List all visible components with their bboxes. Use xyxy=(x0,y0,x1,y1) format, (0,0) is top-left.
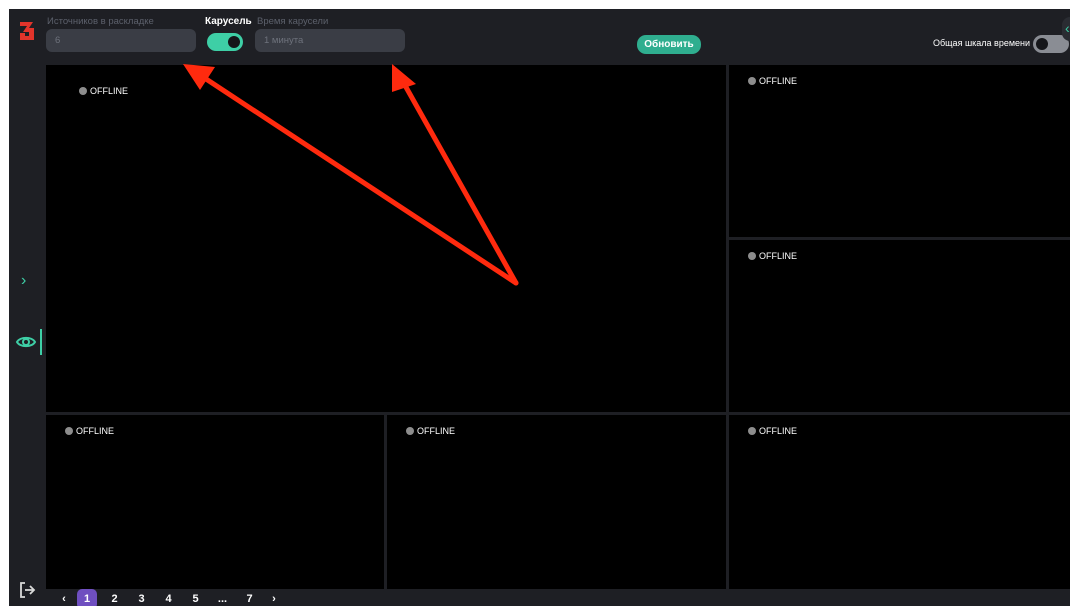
page-button-2[interactable]: 2 xyxy=(101,593,128,605)
status-text: OFFLINE xyxy=(759,76,798,86)
logo-icon xyxy=(20,22,34,40)
active-nav-indicator xyxy=(40,329,42,355)
carousel-time-input[interactable]: 1 минута xyxy=(255,29,405,52)
next-page-button[interactable]: › xyxy=(263,593,285,605)
toggle-knob xyxy=(228,36,240,48)
offline-dot-icon xyxy=(79,87,87,95)
video-tile[interactable]: OFFLINE xyxy=(46,415,384,589)
status-badge: OFFLINE xyxy=(748,251,797,261)
status-badge: OFFLINE xyxy=(406,426,455,436)
sidebar: › xyxy=(9,9,46,606)
pagination: ‹ 1 2 3 4 5 ... 7 › xyxy=(53,589,285,606)
page-button-4[interactable]: 4 xyxy=(155,593,182,605)
video-tile[interactable]: OFFLINE xyxy=(729,65,1070,237)
app-window: › Источников в раскладке 6 Карусель Врем… xyxy=(9,9,1070,606)
video-tile[interactable]: OFFLINE xyxy=(387,415,726,589)
offline-dot-icon xyxy=(406,427,414,435)
page-button-3[interactable]: 3 xyxy=(128,593,155,605)
chevron-right-icon[interactable]: › xyxy=(21,273,26,289)
page-button-1[interactable]: 1 xyxy=(77,589,97,606)
prev-page-button[interactable]: ‹ xyxy=(53,593,75,605)
carousel-toggle[interactable] xyxy=(207,33,243,51)
status-badge: OFFLINE xyxy=(65,426,114,436)
page-ellipsis: ... xyxy=(217,593,228,605)
offline-dot-icon xyxy=(748,77,756,85)
carousel-label: Карусель xyxy=(205,16,252,27)
offline-dot-icon xyxy=(65,427,73,435)
update-button[interactable]: Обновить xyxy=(637,35,701,54)
timeline-label: Общая шкала времени xyxy=(933,38,1031,48)
video-grid: OFFLINE OFFLINE OFFLINE OFFLINE OFFLINE … xyxy=(46,65,1070,589)
video-tile[interactable]: OFFLINE xyxy=(729,240,1070,412)
sources-input[interactable]: 6 xyxy=(46,29,196,52)
sources-label: Источников в раскладке xyxy=(47,16,154,27)
status-badge: OFFLINE xyxy=(79,86,128,96)
carousel-time-label: Время карусели xyxy=(257,16,329,27)
video-tile[interactable]: OFFLINE xyxy=(729,415,1070,589)
status-text: OFFLINE xyxy=(417,426,456,436)
status-badge: OFFLINE xyxy=(748,426,797,436)
logout-icon[interactable] xyxy=(17,580,37,600)
offline-dot-icon xyxy=(748,427,756,435)
status-text: OFFLINE xyxy=(759,251,798,261)
page-button-7[interactable]: 7 xyxy=(236,593,263,605)
eye-icon[interactable] xyxy=(15,331,37,353)
status-badge: OFFLINE xyxy=(748,76,797,86)
status-text: OFFLINE xyxy=(759,426,798,436)
chevron-left-icon: ‹ xyxy=(1065,20,1070,36)
status-text: OFFLINE xyxy=(90,86,129,96)
status-text: OFFLINE xyxy=(76,426,115,436)
offline-dot-icon xyxy=(748,252,756,260)
collapse-panel-tab[interactable]: ‹ xyxy=(1062,17,1070,41)
page-button-5[interactable]: 5 xyxy=(182,593,209,605)
video-tile-main[interactable]: OFFLINE xyxy=(46,65,726,412)
toggle-knob xyxy=(1036,38,1048,50)
